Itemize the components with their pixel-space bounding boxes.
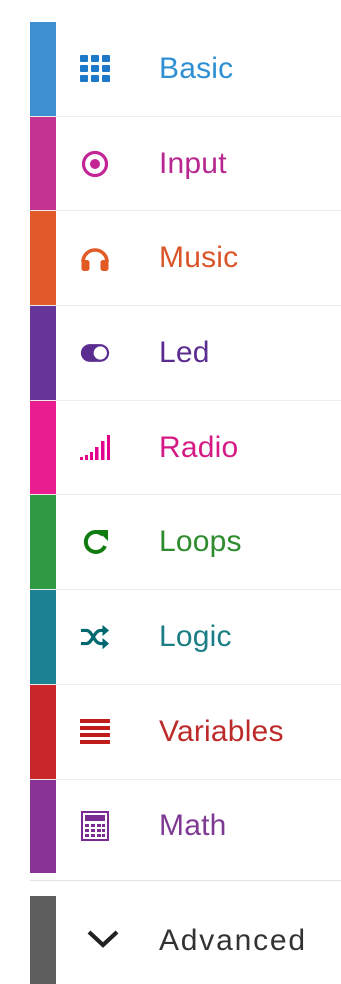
category-label: Music [159,241,239,275]
category-color-bar [30,779,56,874]
category-label: Logic [159,619,232,653]
category-label: Math [159,809,227,843]
chevron-down-icon [86,928,120,954]
signal-bars-icon [80,433,110,463]
category-basic[interactable]: Basic [30,22,341,117]
category-label: Basic [159,51,234,85]
toolbox: Basic Input Music Led Radio Loops Logic … [0,0,341,984]
category-color-bar [30,116,56,211]
category-label: Advanced [159,924,307,957]
grid-icon [80,54,110,84]
category-label: Led [159,335,210,369]
category-loops[interactable]: Loops [30,495,341,591]
category-label: Variables [159,714,284,748]
category-variables[interactable]: Variables [30,684,341,780]
headphones-icon [80,243,110,273]
category-color-bar [30,590,56,684]
divider [30,880,341,881]
category-label: Radio [159,430,239,464]
category-input[interactable]: Input [30,116,341,212]
category-label: Input [159,146,227,180]
category-color-bar [30,684,56,779]
category-math[interactable]: Math [30,779,341,874]
shuffle-icon [80,622,110,652]
category-led[interactable]: Led [30,306,341,401]
radio-button-icon [80,149,110,179]
category-music[interactable]: Music [30,211,341,307]
calculator-icon [80,811,110,842]
category-list: Basic Input Music Led Radio Loops Logic … [30,22,341,874]
category-label: Loops [159,525,242,559]
category-color-bar [30,495,56,590]
category-advanced[interactable]: Advanced [30,896,341,984]
toggle-icon [80,338,110,368]
refresh-icon [80,527,110,557]
category-color-bar [30,22,56,116]
list-icon [80,717,110,747]
category-color-bar [30,211,56,306]
category-color-bar [30,400,56,495]
category-color-bar [30,896,56,984]
category-color-bar [30,306,56,400]
category-logic[interactable]: Logic [30,590,341,685]
category-radio[interactable]: Radio [30,400,341,496]
